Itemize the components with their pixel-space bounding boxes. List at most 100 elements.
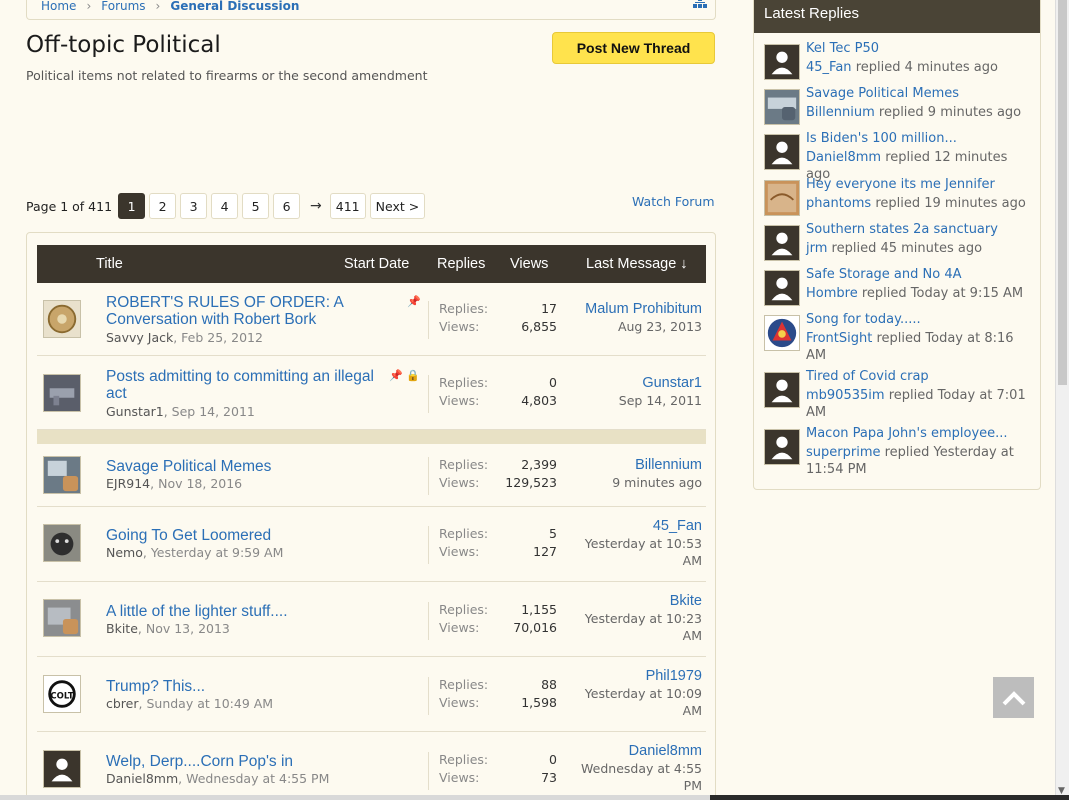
reply-thread-link[interactable]: Is Biden's 100 million... xyxy=(806,131,957,146)
column-replies[interactable]: Replies xyxy=(437,256,485,272)
page-2-button[interactable]: 2 xyxy=(149,193,177,219)
last-message-user[interactable]: 45_Fan xyxy=(562,518,702,535)
last-message-user[interactable]: Daniel8mm xyxy=(562,743,702,760)
thread-date: Nov 18, 2016 xyxy=(158,476,243,491)
thread-author[interactable]: Savvy Jack xyxy=(106,330,173,345)
reply-user[interactable]: jrm xyxy=(806,241,827,256)
avatar[interactable] xyxy=(764,134,800,170)
thread-title-link[interactable]: A little of the lighter stuff.... xyxy=(106,603,376,620)
avatar[interactable] xyxy=(764,372,800,408)
reply-thread-link[interactable]: Safe Storage and No 4A xyxy=(806,267,962,282)
column-views[interactable]: Views xyxy=(510,256,548,272)
sitemap-icon[interactable] xyxy=(693,0,707,8)
thread-title-link[interactable]: ROBERT'S RULES OF ORDER: A Conversation … xyxy=(106,294,376,328)
last-message-user[interactable]: Malum Prohibitum xyxy=(562,301,702,318)
page-3-button[interactable]: 3 xyxy=(180,193,208,219)
reply-user[interactable]: mb90535im xyxy=(806,388,885,403)
avatar[interactable] xyxy=(764,44,800,80)
reply-thread-link[interactable]: Tired of Covid crap xyxy=(806,369,929,384)
post-new-thread-button[interactable]: Post New Thread xyxy=(552,32,715,64)
replies-count: 17 xyxy=(541,301,557,316)
reply-user[interactable]: FrontSight xyxy=(806,331,872,346)
scrollbar[interactable]: ▼ xyxy=(1055,0,1069,800)
breadcrumb-general-discussion[interactable]: General Discussion xyxy=(170,0,299,13)
avatar[interactable] xyxy=(764,225,800,261)
reply-user[interactable]: 45_Fan xyxy=(806,60,852,75)
column-start-date[interactable]: Start Date xyxy=(344,256,409,272)
breadcrumb-separator: › xyxy=(155,0,161,13)
avatar[interactable] xyxy=(764,270,800,306)
thread-author[interactable]: Gunstar1 xyxy=(106,404,164,419)
reply-thread-link[interactable]: Song for today..... xyxy=(806,312,921,327)
avatar[interactable] xyxy=(764,429,800,465)
last-message-date[interactable]: Yesterday at 10:09 AM xyxy=(585,686,702,718)
sticky-divider xyxy=(37,430,706,444)
reply-thread-link[interactable]: Savage Political Memes xyxy=(806,86,959,101)
avatar[interactable]: COLT xyxy=(43,675,81,713)
thread-title-link[interactable]: Posts admitting to committing an illegal… xyxy=(106,368,376,402)
views-count: 129,523 xyxy=(505,475,557,490)
replies-count: 0 xyxy=(549,375,557,390)
thread-author[interactable]: cbrer xyxy=(106,696,139,711)
column-title[interactable]: Title xyxy=(96,256,123,272)
table-row: Welp, Derp....Corn Pop's in Daniel8mm, W… xyxy=(37,732,706,800)
reply-user[interactable]: phantoms xyxy=(806,196,871,211)
replies-label: Replies: xyxy=(439,602,489,617)
reply-user[interactable]: superprime xyxy=(806,445,880,460)
avatar[interactable] xyxy=(764,315,800,351)
avatar[interactable] xyxy=(764,180,800,216)
last-message-user[interactable]: Phil1979 xyxy=(562,668,702,685)
scroll-to-top-button[interactable] xyxy=(993,677,1034,718)
avatar[interactable] xyxy=(43,750,81,788)
page-last-button[interactable]: 411 xyxy=(329,193,366,219)
replies-count: 1,155 xyxy=(521,602,557,617)
reply-thread-link[interactable]: Kel Tec P50 xyxy=(806,41,879,56)
last-message-date[interactable]: Aug 23, 2013 xyxy=(618,319,702,334)
last-message-user[interactable]: Bkite xyxy=(562,593,702,610)
reply-meta: Billennium replied 9 minutes ago xyxy=(806,104,1032,121)
last-message-user[interactable]: Gunstar1 xyxy=(562,375,702,392)
breadcrumb-forums[interactable]: Forums xyxy=(101,0,145,13)
thread-author[interactable]: Nemo xyxy=(106,545,143,560)
last-message-date[interactable]: Yesterday at 10:23 AM xyxy=(585,611,702,643)
thread-title-link[interactable]: Welp, Derp....Corn Pop's in xyxy=(106,753,376,770)
avatar[interactable] xyxy=(43,524,81,562)
reply-time: replied 4 minutes ago xyxy=(855,60,998,75)
page-5-button[interactable]: 5 xyxy=(242,193,270,219)
avatar[interactable] xyxy=(43,599,81,637)
reply-time: replied 45 minutes ago xyxy=(831,241,983,256)
avatar[interactable] xyxy=(43,456,81,494)
breadcrumb-home[interactable]: Home xyxy=(41,0,76,13)
last-message-user[interactable]: Billennium xyxy=(562,457,702,474)
reply-user[interactable]: Hombre xyxy=(806,286,858,301)
reply-thread-link[interactable]: Hey everyone its me Jennifer xyxy=(806,177,995,192)
sticky-lock-icon: 📌 🔒 xyxy=(389,369,420,382)
page-1-button[interactable]: 1 xyxy=(118,193,146,219)
last-message-date[interactable]: Sep 14, 2011 xyxy=(619,393,702,408)
reply-thread-link[interactable]: Macon Papa John's employee... xyxy=(806,426,1008,441)
thread-title-link[interactable]: Going To Get Loomered xyxy=(106,527,376,544)
next-page-button[interactable]: Next > xyxy=(369,193,426,219)
thread-author[interactable]: Daniel8mm xyxy=(106,771,178,786)
scrollbar-thumb[interactable] xyxy=(1058,0,1067,385)
watch-forum-link[interactable]: Watch Forum xyxy=(632,194,715,209)
thread-author[interactable]: Bkite xyxy=(106,621,138,636)
avatar[interactable] xyxy=(43,374,81,412)
last-message-date[interactable]: Wednesday at 4:55 PM xyxy=(581,761,702,793)
avatar[interactable] xyxy=(764,89,800,125)
column-last-message[interactable]: Last Message ↓ xyxy=(586,256,688,272)
thread-title-link[interactable]: Savage Political Memes xyxy=(106,458,376,475)
last-message-date[interactable]: 9 minutes ago xyxy=(612,475,702,490)
thread-stats: Replies: 0 Views: 4,803 xyxy=(428,375,557,413)
avatar[interactable] xyxy=(43,300,81,338)
page-6-button[interactable]: 6 xyxy=(273,193,301,219)
reply-meta: jrm replied 45 minutes ago xyxy=(806,240,1032,257)
page-4-button[interactable]: 4 xyxy=(211,193,239,219)
thread-author[interactable]: EJR914 xyxy=(106,476,150,491)
thread-title-link[interactable]: Trump? This... xyxy=(106,678,376,695)
reply-user[interactable]: Daniel8mm xyxy=(806,150,881,165)
reply-user[interactable]: Billennium xyxy=(806,105,875,120)
reply-thread-link[interactable]: Southern states 2a sanctuary xyxy=(806,222,998,237)
last-message-date[interactable]: Yesterday at 10:53 AM xyxy=(585,536,702,568)
replies-label: Replies: xyxy=(439,457,489,472)
